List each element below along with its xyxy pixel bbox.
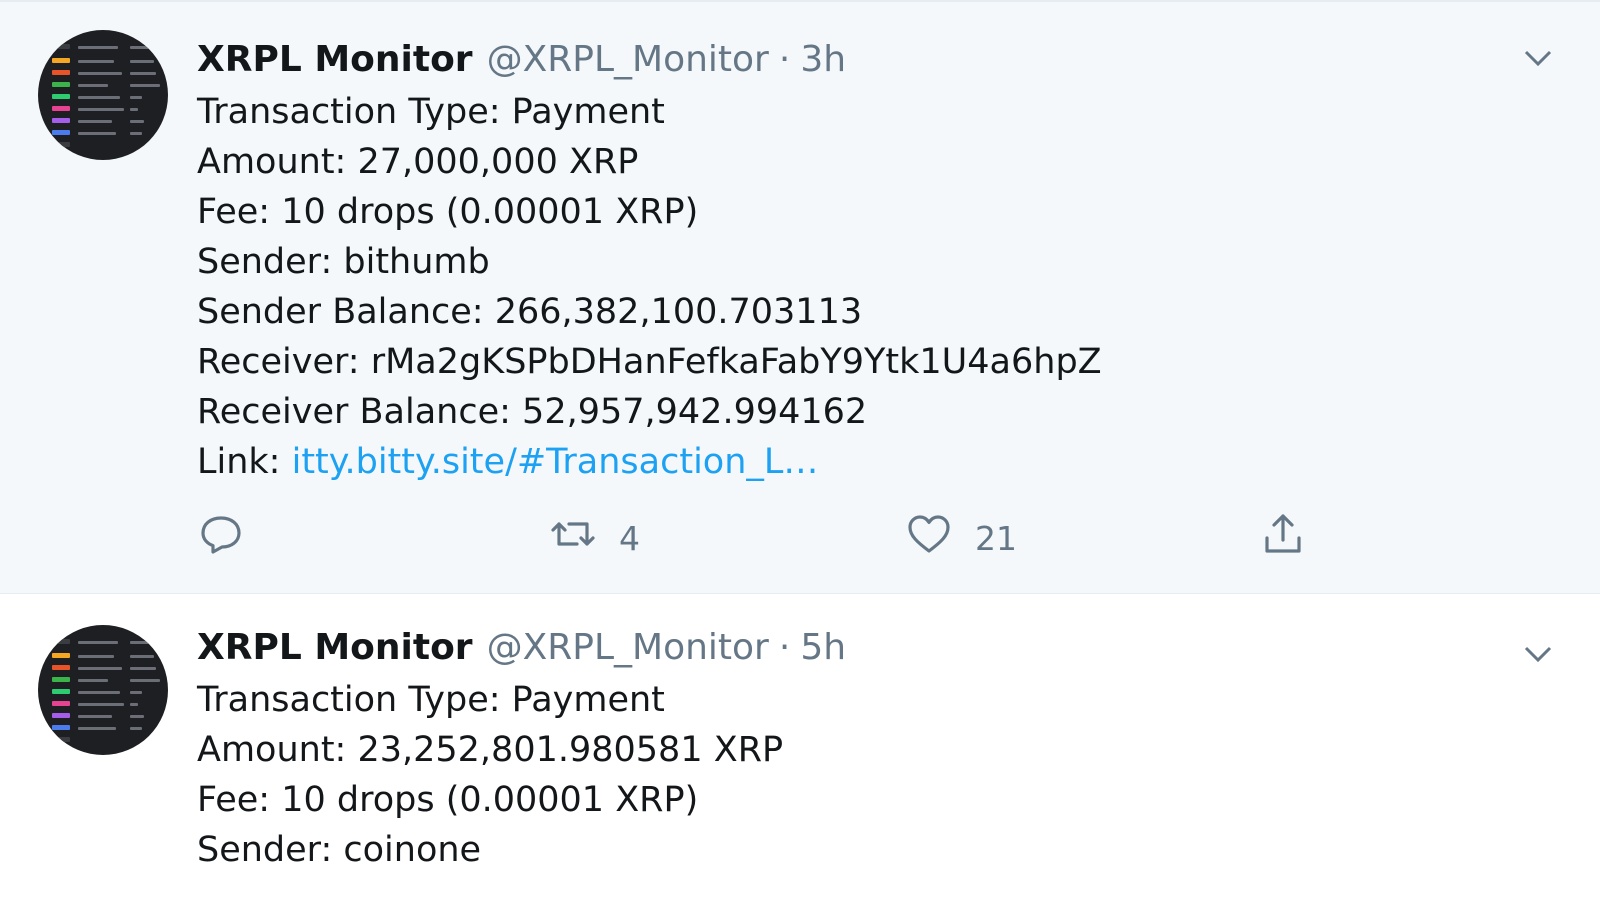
retweet-icon [549, 510, 597, 566]
like-button[interactable]: 21 [905, 510, 1017, 566]
transaction-link[interactable]: itty.bitty.site/#Transaction_L… [292, 442, 819, 482]
like-count: 21 [975, 518, 1017, 558]
receiver-balance: Receiver Balance: 52,957,942.994162 [197, 392, 868, 432]
fee: Fee: 10 drops (0.00001 XRP) [197, 780, 699, 820]
tweet-feed: XRPL Monitor @XRPL_Monitor · 3h Transact… [0, 0, 1600, 900]
sender: Sender: coinone [197, 830, 482, 870]
reply-button[interactable] [197, 510, 267, 566]
heart-icon [905, 510, 953, 566]
fee: Fee: 10 drops (0.00001 XRP) [197, 192, 699, 232]
tweet-text: Transaction Type: Payment Amount: 27,000… [197, 87, 1560, 487]
tweet[interactable]: XRPL Monitor @XRPL_Monitor · 5h Transact… [0, 594, 1600, 900]
avatar[interactable] [38, 30, 168, 160]
avatar[interactable] [38, 625, 168, 755]
tweet-header: XRPL Monitor @XRPL_Monitor · 3h [197, 36, 1560, 84]
link-label: Link: [197, 442, 292, 482]
tweet-actions: 4 21 [197, 510, 1357, 560]
display-name[interactable]: XRPL Monitor [197, 36, 473, 84]
chevron-down-icon[interactable] [1520, 636, 1556, 672]
separator-dot: · [778, 627, 791, 668]
tweet-header: XRPL Monitor @XRPL_Monitor · 5h [197, 624, 1560, 672]
receiver: Receiver: rMa2gKSPbDHanFefkaFabY9Ytk1U4a… [197, 342, 1102, 382]
reply-icon [197, 510, 245, 566]
user-handle[interactable]: @XRPL_Monitor [487, 36, 769, 84]
sender-balance: Sender Balance: 266,382,100.703113 [197, 292, 863, 332]
amount: Amount: 23,252,801.980581 XRP [197, 730, 784, 770]
retweet-count: 4 [619, 518, 640, 558]
timestamp[interactable]: 3h [800, 36, 846, 84]
user-handle[interactable]: @XRPL_Monitor [487, 624, 769, 672]
transaction-type: Transaction Type: Payment [197, 92, 665, 132]
share-button[interactable] [1259, 510, 1307, 566]
sender: Sender: bithumb [197, 242, 490, 282]
tweet-content: XRPL Monitor @XRPL_Monitor · 5h Transact… [197, 624, 1560, 875]
display-name[interactable]: XRPL Monitor [197, 624, 473, 672]
share-icon [1259, 510, 1307, 566]
amount: Amount: 27,000,000 XRP [197, 142, 639, 182]
separator-dot: · [778, 39, 791, 80]
link-line: Link: itty.bitty.site/#Transaction_L… [197, 437, 1560, 487]
retweet-button[interactable]: 4 [549, 510, 640, 566]
tweet[interactable]: XRPL Monitor @XRPL_Monitor · 3h Transact… [0, 0, 1600, 594]
tweet-text: Transaction Type: Payment Amount: 23,252… [197, 675, 1560, 875]
transaction-type: Transaction Type: Payment [197, 680, 665, 720]
tweet-content: XRPL Monitor @XRPL_Monitor · 3h Transact… [197, 36, 1560, 487]
timestamp[interactable]: 5h [800, 624, 846, 672]
chevron-down-icon[interactable] [1520, 40, 1556, 76]
